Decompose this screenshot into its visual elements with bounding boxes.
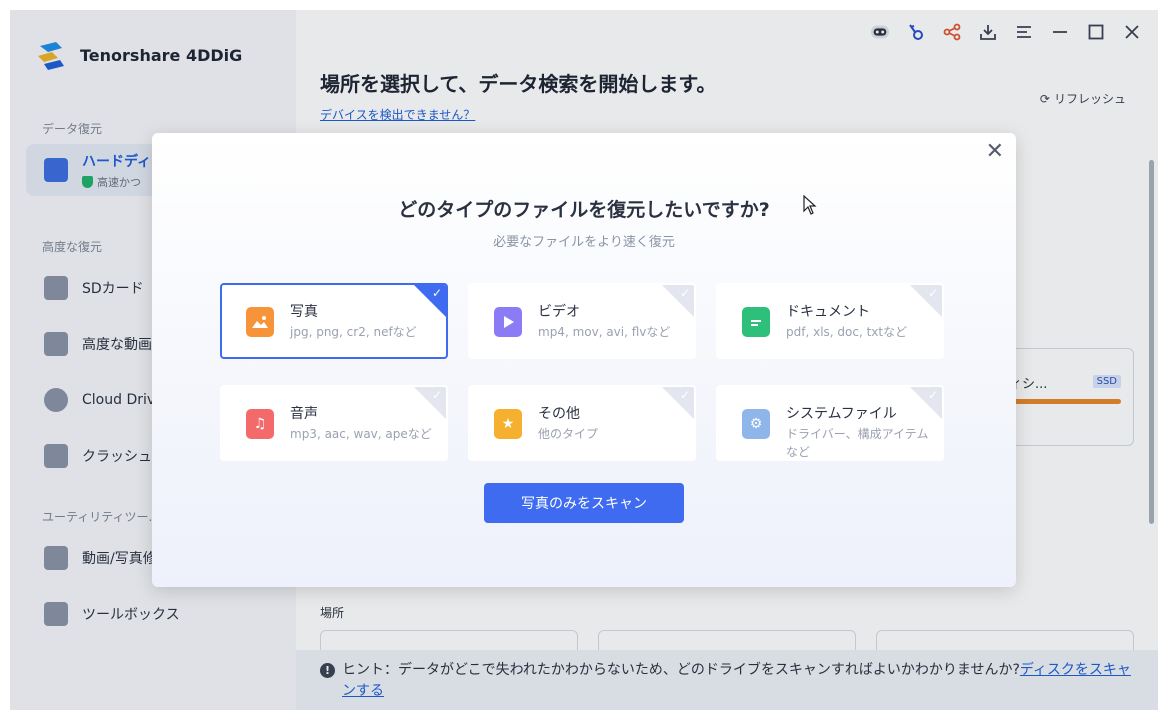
file-type-dialog: ✕ どのタイプのファイルを復元したいですか? 必要なファイルをより速く復元 ✓ …: [152, 133, 1016, 587]
file-type-card-photo[interactable]: ✓ 写真 jpg, png, cr2, nefなど: [220, 283, 448, 359]
gear-icon: ⚙: [742, 409, 770, 439]
checkmark-icon: ✓: [927, 286, 938, 300]
checkmark-icon: ✓: [927, 388, 938, 402]
dialog-subtitle: 必要なファイルをより速く復元: [493, 235, 675, 250]
document-icon: [742, 307, 770, 337]
dialog-title: どのタイプのファイルを復元したいですか?: [398, 199, 770, 221]
checkmark-icon: ✓: [431, 388, 442, 402]
card-desc: ドライバー、構成アイテムなど: [786, 427, 929, 459]
card-title: その他: [538, 406, 580, 422]
card-title: 音声: [290, 406, 318, 422]
file-type-card-video[interactable]: ✓ ビデオ mp4, mov, avi, flvなど: [468, 283, 696, 359]
checkmark-icon: ✓: [679, 388, 690, 402]
file-type-card-document[interactable]: ✓ ドキュメント pdf, xls, doc, txtなど: [716, 283, 944, 359]
video-icon: [494, 307, 522, 337]
card-title: ビデオ: [538, 304, 580, 320]
close-dialog-icon[interactable]: ✕: [986, 141, 1004, 163]
scan-photos-button[interactable]: 写真のみをスキャン: [484, 483, 684, 523]
card-title: 写真: [290, 304, 318, 320]
photo-icon: [246, 307, 274, 337]
card-desc: mp4, mov, avi, flvなど: [538, 325, 671, 339]
card-desc: jpg, png, cr2, nefなど: [290, 325, 417, 339]
file-type-card-other[interactable]: ✓ ★ その他 他のタイプ: [468, 385, 696, 461]
card-title: ドキュメント: [786, 304, 870, 320]
file-type-card-system[interactable]: ✓ ⚙ システムファイル ドライバー、構成アイテムなど: [716, 385, 944, 461]
star-icon: ★: [494, 409, 522, 439]
checkmark-icon: ✓: [679, 286, 690, 300]
card-title: システムファイル: [786, 406, 897, 422]
card-desc: 他のタイプ: [538, 427, 599, 441]
music-note-icon: ♫: [246, 409, 274, 439]
card-desc: pdf, xls, doc, txtなど: [786, 325, 908, 339]
checkmark-icon: ✓: [431, 286, 442, 300]
file-type-card-audio[interactable]: ✓ ♫ 音声 mp3, aac, wav, apeなど: [220, 385, 448, 461]
card-desc: mp3, aac, wav, apeなど: [290, 427, 432, 441]
